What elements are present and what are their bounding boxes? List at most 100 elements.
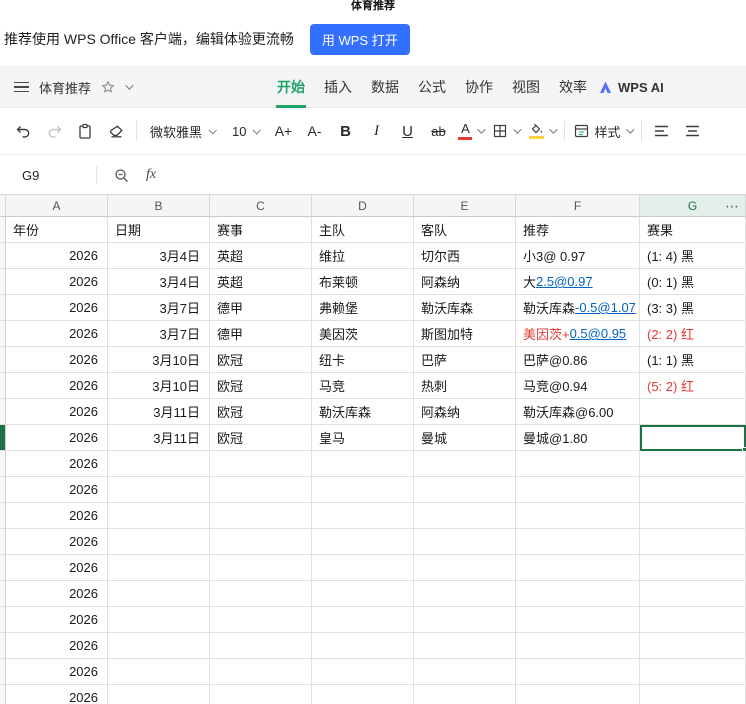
cell-year[interactable]: 2026 xyxy=(6,373,108,399)
redo-button[interactable] xyxy=(43,118,65,144)
fill-handle[interactable] xyxy=(742,447,746,452)
cell-result[interactable]: (5: 2) 红 xyxy=(640,373,746,399)
cell-empty[interactable] xyxy=(516,529,640,555)
odds-link[interactable]: -0.5@1.07 xyxy=(575,300,636,315)
cell-empty[interactable] xyxy=(210,607,312,633)
cell-year[interactable]: 2026 xyxy=(6,581,108,607)
cell-league[interactable]: 英超 xyxy=(210,243,312,269)
cell-empty[interactable] xyxy=(312,607,414,633)
strikethrough-button[interactable]: ab xyxy=(427,118,449,144)
cell-away[interactable]: 巴萨 xyxy=(414,347,516,373)
cell-league[interactable]: 欧冠 xyxy=(210,373,312,399)
cell-styles-button[interactable]: 样式 xyxy=(574,122,635,141)
cell-home[interactable]: 维拉 xyxy=(312,243,414,269)
open-in-wps-button[interactable]: 用 WPS 打开 xyxy=(309,23,410,55)
column-header-F[interactable]: F xyxy=(516,195,640,217)
cell-empty[interactable] xyxy=(108,685,210,704)
cell-empty[interactable] xyxy=(640,659,746,685)
cell-empty[interactable] xyxy=(414,607,516,633)
cell-empty[interactable] xyxy=(312,477,414,503)
cell-year[interactable]: 2026 xyxy=(6,555,108,581)
cell-league[interactable]: 德甲 xyxy=(210,321,312,347)
fill-color-button[interactable] xyxy=(528,123,559,139)
undo-button[interactable] xyxy=(12,118,34,144)
cell-away[interactable]: 曼城 xyxy=(414,425,516,451)
cell-empty[interactable] xyxy=(640,529,746,555)
cell-empty[interactable] xyxy=(516,581,640,607)
cell-home[interactable]: 皇马 xyxy=(312,425,414,451)
cell-empty[interactable] xyxy=(108,477,210,503)
cell-date[interactable]: 3月7日 xyxy=(108,295,210,321)
cell-year[interactable]: 2026 xyxy=(6,269,108,295)
cell-empty[interactable] xyxy=(108,555,210,581)
cell-empty[interactable] xyxy=(108,633,210,659)
cell-year[interactable]: 2026 xyxy=(6,685,108,704)
ribbon-tab-3[interactable]: 数据 xyxy=(370,66,400,108)
column-header-B[interactable]: B xyxy=(108,195,210,217)
cell-empty[interactable] xyxy=(108,659,210,685)
title-chevron-down-icon[interactable] xyxy=(125,81,134,90)
cell-date[interactable]: 3月10日 xyxy=(108,373,210,399)
cell-empty[interactable] xyxy=(312,581,414,607)
more-columns-button[interactable]: ⋯ xyxy=(725,195,740,217)
increase-font-button[interactable]: A+ xyxy=(272,118,294,144)
cell-recommendation[interactable]: 勒沃库森@6.00 xyxy=(516,399,640,425)
cell-away[interactable]: 阿森纳 xyxy=(414,269,516,295)
header-cell-league[interactable]: 赛事 xyxy=(210,217,312,243)
cell-empty[interactable] xyxy=(516,685,640,704)
cell-empty[interactable] xyxy=(312,555,414,581)
cell-year[interactable]: 2026 xyxy=(6,477,108,503)
cell-home[interactable]: 美因茨 xyxy=(312,321,414,347)
cell-empty[interactable] xyxy=(312,633,414,659)
cell-year[interactable]: 2026 xyxy=(6,295,108,321)
cell-empty[interactable] xyxy=(516,451,640,477)
cell-empty[interactable] xyxy=(640,503,746,529)
cell-empty[interactable] xyxy=(108,581,210,607)
cell-empty[interactable] xyxy=(414,477,516,503)
cell-year[interactable]: 2026 xyxy=(6,347,108,373)
cell-year[interactable]: 2026 xyxy=(6,399,108,425)
hamburger-menu-icon[interactable] xyxy=(14,81,29,93)
font-color-button[interactable]: A xyxy=(458,122,487,140)
cell-empty[interactable] xyxy=(414,685,516,704)
cell-recommendation[interactable]: 美因茨+ 0.5@0.95 xyxy=(516,321,640,347)
cell-empty[interactable] xyxy=(640,477,746,503)
cell-result[interactable]: (2: 2) 红 xyxy=(640,321,746,347)
cell-away[interactable]: 切尔西 xyxy=(414,243,516,269)
cell-recommendation[interactable]: 大 2.5@0.97 xyxy=(516,269,640,295)
cell-away[interactable]: 阿森纳 xyxy=(414,399,516,425)
odds-link[interactable]: 0.5@0.95 xyxy=(570,326,627,341)
cell-league[interactable]: 英超 xyxy=(210,269,312,295)
wps-ai-button[interactable]: WPS AI xyxy=(598,66,664,108)
cell-empty[interactable] xyxy=(516,607,640,633)
cell-empty[interactable] xyxy=(414,529,516,555)
cell-empty[interactable] xyxy=(210,503,312,529)
cell-empty[interactable] xyxy=(640,685,746,704)
align-center-button[interactable] xyxy=(682,118,704,144)
cell-result[interactable]: (1: 1) 黑 xyxy=(640,347,746,373)
cell-empty[interactable] xyxy=(516,503,640,529)
cell-empty[interactable] xyxy=(210,529,312,555)
cell-empty[interactable] xyxy=(640,581,746,607)
cell-home[interactable]: 勒沃库森 xyxy=(312,399,414,425)
cell-empty[interactable] xyxy=(516,477,640,503)
cell-result[interactable] xyxy=(640,399,746,425)
borders-button[interactable] xyxy=(492,123,523,139)
cell-recommendation[interactable]: 小3@ 0.97 xyxy=(516,243,640,269)
cell-empty[interactable] xyxy=(210,477,312,503)
cell-result[interactable]: (3: 3) 黑 xyxy=(640,295,746,321)
cell-year[interactable]: 2026 xyxy=(6,607,108,633)
cell-empty[interactable] xyxy=(312,529,414,555)
header-cell-away[interactable]: 客队 xyxy=(414,217,516,243)
column-header-D[interactable]: D xyxy=(312,195,414,217)
cell-empty[interactable] xyxy=(108,503,210,529)
cell-date[interactable]: 3月11日 xyxy=(108,399,210,425)
cell-year[interactable]: 2026 xyxy=(6,243,108,269)
cell-empty[interactable] xyxy=(516,633,640,659)
cell-empty[interactable] xyxy=(108,529,210,555)
ribbon-tab-4[interactable]: 公式 xyxy=(417,66,447,108)
cell-empty[interactable] xyxy=(210,659,312,685)
cell-league[interactable]: 欧冠 xyxy=(210,347,312,373)
cell-empty[interactable] xyxy=(640,451,746,477)
align-left-button[interactable] xyxy=(651,118,673,144)
